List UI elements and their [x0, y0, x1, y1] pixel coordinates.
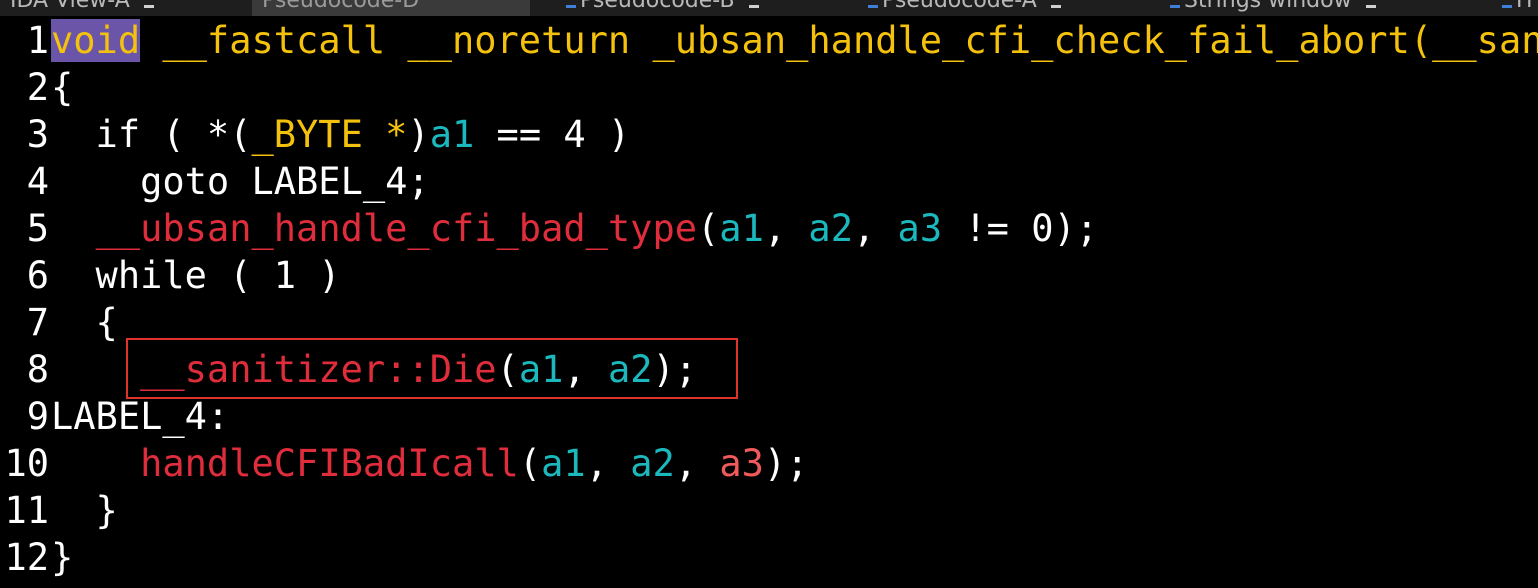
tab-ida-view-a[interactable]: IDA View-A — [0, 0, 164, 16]
close-icon[interactable] — [1050, 4, 1061, 8]
code-token[interactable]: { — [51, 66, 73, 109]
line-number: 7 — [26, 301, 49, 344]
tab-pseudocode-d[interactable]: Pseudocode-D — [252, 0, 530, 16]
code-token[interactable]: a3 — [719, 442, 764, 485]
code-token[interactable]: ( — [697, 207, 719, 250]
pseudocode-icon — [566, 4, 576, 8]
code-token[interactable]: a1 — [430, 113, 475, 156]
line-number: 3 — [26, 113, 49, 156]
code-token[interactable]: void — [51, 19, 141, 62]
code-token[interactable]: _BYTE * — [251, 113, 407, 156]
code-token[interactable]: __ubsan_handle_cfi_bad_type — [96, 207, 697, 250]
code-token[interactable]: a3 — [898, 207, 943, 250]
code-line[interactable]: 9 LABEL_4: — [0, 393, 1538, 440]
code-text[interactable]: while ( 1 ) — [51, 252, 341, 299]
tab-strings-window[interactable]: Strings window — [1160, 0, 1386, 16]
tab-bar: IDA View-A Pseudocode-D Pseudocode-B Pse… — [0, 0, 1538, 16]
code-token[interactable]: == 4 ) — [474, 113, 631, 156]
close-icon[interactable] — [143, 4, 154, 8]
code-token[interactable]: , — [853, 207, 898, 250]
code-token[interactable]: , — [586, 442, 631, 485]
code-token[interactable]: goto LABEL_4; — [51, 160, 430, 203]
line-number: 6 — [26, 254, 49, 297]
tab-label: Pseudocode-D — [262, 0, 420, 13]
code-token[interactable]: if ( *( — [51, 113, 252, 156]
code-token[interactable] — [51, 442, 140, 485]
code-text[interactable]: { — [51, 299, 118, 346]
code-token[interactable]: ( — [519, 442, 541, 485]
code-token[interactable]: a2 — [808, 207, 853, 250]
code-line[interactable]: 2{ — [0, 64, 1538, 111]
code-token[interactable]: while ( 1 ) — [51, 254, 341, 297]
code-line[interactable]: 3 if ( *(_BYTE *)a1 == 4 ) — [0, 111, 1538, 158]
code-line[interactable]: 4 goto LABEL_4; — [0, 158, 1538, 205]
code-text[interactable]: goto LABEL_4; — [51, 158, 430, 205]
line-number: 9 — [26, 395, 49, 438]
code-token[interactable]: } — [51, 489, 118, 532]
code-line[interactable]: 10 handleCFIBadIcall(a1, a2, a3); — [0, 440, 1538, 487]
code-line[interactable]: 11 } — [0, 487, 1538, 534]
line-number: 5 — [26, 207, 49, 250]
code-token[interactable]: , — [675, 442, 720, 485]
line-number: 1 — [26, 19, 49, 62]
tab-label: Strings window — [1184, 0, 1352, 13]
strings-icon — [1170, 4, 1180, 8]
tab-pseudocode-b[interactable]: Pseudocode-B — [556, 0, 769, 16]
code-token[interactable]: __fastcall __noreturn _ubsan_handle_cfi_… — [140, 19, 1538, 62]
code-token[interactable]: LABEL_4: — [51, 395, 229, 438]
code-text[interactable]: handleCFIBadIcall(a1, a2, a3); — [51, 440, 808, 487]
code-line[interactable]: 1 void __fastcall __noreturn _ubsan_handl… — [0, 17, 1538, 64]
hex-icon — [1502, 4, 1512, 8]
tab-label: H — [1516, 0, 1533, 13]
highlight-box — [126, 338, 738, 399]
code-token[interactable]: != 0); — [942, 207, 1098, 250]
pseudocode-icon — [868, 4, 878, 8]
close-icon[interactable] — [1365, 4, 1376, 8]
line-number: 8 — [26, 348, 49, 391]
code-token[interactable]: { — [51, 301, 118, 344]
close-icon[interactable] — [748, 4, 759, 8]
code-token[interactable]: a2 — [630, 442, 675, 485]
code-line[interactable]: 12} — [0, 534, 1538, 581]
tab-hex-view[interactable]: H — [1492, 0, 1538, 16]
code-token[interactable]: handleCFIBadIcall — [140, 442, 519, 485]
code-text[interactable]: __ubsan_handle_cfi_bad_type(a1, a2, a3 !… — [51, 205, 1098, 252]
code-token[interactable]: } — [51, 536, 73, 579]
line-number: 10 — [4, 442, 49, 485]
code-token[interactable]: a1 — [719, 207, 764, 250]
code-token[interactable]: a1 — [541, 442, 586, 485]
line-number: 2 — [26, 66, 49, 109]
code-line[interactable]: 6 while ( 1 ) — [0, 252, 1538, 299]
code-text[interactable]: if ( *(_BYTE *)a1 == 4 ) — [51, 111, 631, 158]
tab-label: IDA View-A — [10, 0, 130, 13]
code-text[interactable]: } — [51, 487, 118, 534]
code-text[interactable]: LABEL_4: — [51, 393, 229, 440]
pseudocode-view[interactable]: 1 void __fastcall __noreturn _ubsan_handl… — [0, 17, 1538, 581]
tab-label: Pseudocode-A — [882, 0, 1037, 13]
tab-label: Pseudocode-B — [580, 0, 735, 13]
code-text[interactable]: } — [51, 534, 73, 581]
pseudocode-window: IDA View-A Pseudocode-D Pseudocode-B Pse… — [0, 0, 1538, 588]
line-number: 11 — [4, 489, 49, 532]
code-token[interactable]: ); — [764, 442, 809, 485]
tab-pseudocode-a[interactable]: Pseudocode-A — [858, 0, 1071, 16]
code-token[interactable]: , — [764, 207, 809, 250]
line-number: 4 — [26, 160, 49, 203]
code-text[interactable]: { — [51, 64, 73, 111]
code-token[interactable] — [51, 207, 96, 250]
code-line[interactable]: 5 __ubsan_handle_cfi_bad_type(a1, a2, a3… — [0, 205, 1538, 252]
code-token[interactable]: ) — [407, 113, 429, 156]
line-number: 12 — [4, 536, 49, 579]
code-text[interactable]: void __fastcall __noreturn _ubsan_handle… — [51, 17, 1538, 64]
